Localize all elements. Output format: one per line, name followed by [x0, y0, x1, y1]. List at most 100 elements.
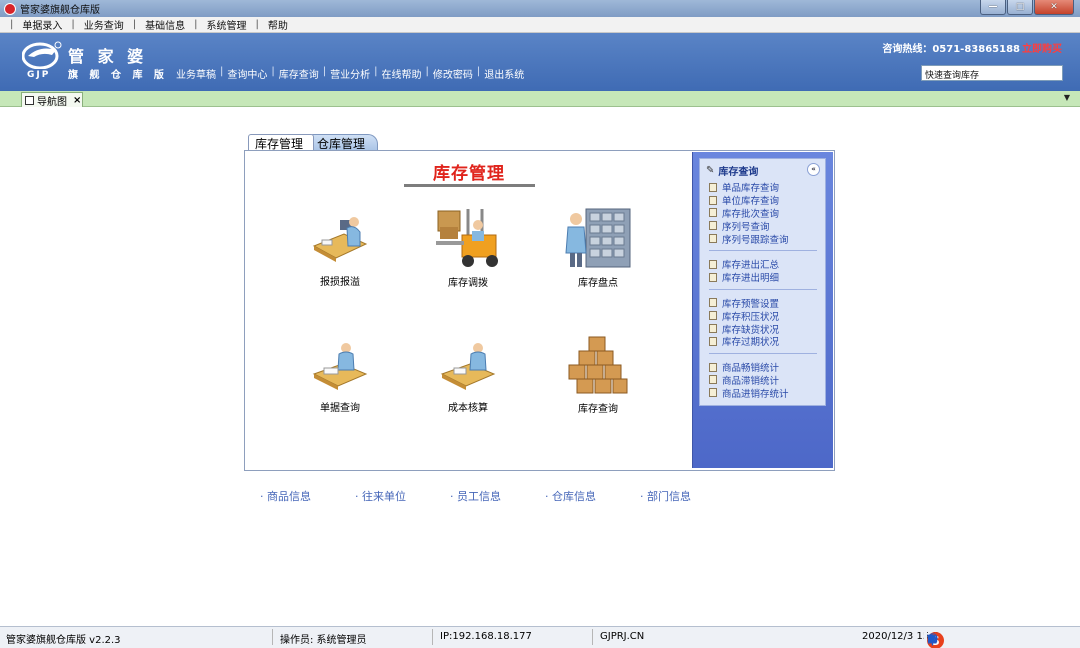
divider [709, 249, 817, 251]
buy-now-link[interactable]: 立即购买 [1022, 40, 1062, 55]
func-label: 库存盘点 [578, 278, 618, 289]
status-version: 管家婆旗舰仓库版 v2.2.3 [6, 635, 121, 646]
document-icon [25, 95, 34, 105]
app-header: GJP 管 家 婆 旗 舰 仓 库 版 业务草稿 | 查询中心 | 库存查询 | 营业… [0, 33, 1080, 91]
nav-exit[interactable]: 退出系统 [484, 66, 524, 81]
link-warehouse-info[interactable]: · 仓库信息 [545, 488, 596, 504]
side-link[interactable]: 库存进出汇总 [709, 258, 825, 271]
top-nav: 业务草稿 | 查询中心 | 库存查询 | 营业分析 | 在线帮助 | 修改密码 | 退出系统 [176, 66, 525, 81]
side-link[interactable]: 序列号查询 [709, 219, 825, 233]
desk-worker-icon [312, 217, 368, 262]
menu-item-entry[interactable]: 单据录入 [22, 17, 62, 32]
menu-bar: | 单据录入 | 业务查询 | 基础信息 | 系统管理 | 帮助 [0, 17, 1080, 33]
side-link[interactable]: 库存进出明细 [709, 271, 825, 284]
tab-warehouse-management[interactable]: 仓库管理 [310, 134, 378, 151]
func-cost-accounting[interactable]: 成本核算 [413, 336, 523, 414]
document-icon [709, 208, 717, 218]
clerk-desk-icon [312, 343, 368, 390]
side-title: 库存查询 [718, 166, 759, 178]
tab-navigation-map[interactable]: 导航图 × [21, 92, 83, 108]
logo-icon [22, 41, 62, 69]
tab-strip: 导航图 × ▼ [0, 91, 1080, 108]
panel-title: 库存管理 [433, 164, 505, 184]
side-header: ✎ 库存查询 « [700, 159, 825, 181]
document-icon [709, 362, 717, 372]
hotline: 咨询热线：0571-83865188 [882, 44, 1020, 55]
side-group-2: 库存进出汇总 库存进出明细 [700, 258, 825, 284]
status-site: GJPRJ.CN [600, 631, 645, 642]
menu-item-business-query[interactable]: 业务查询 [84, 17, 124, 32]
document-icon [709, 388, 717, 398]
func-stock-count[interactable]: 库存盘点 [543, 205, 653, 289]
func-label: 库存查询 [578, 404, 618, 415]
nav-stock-query[interactable]: 库存查询 [279, 66, 319, 81]
logo-name: 管 家 婆 [68, 47, 148, 66]
forklift-icon [436, 209, 498, 267]
menu-item-help[interactable]: 帮助 [268, 17, 288, 32]
document-icon [709, 298, 717, 308]
menu-item-basic-info[interactable]: 基础信息 [145, 17, 185, 32]
nav-change-password[interactable]: 修改密码 [433, 66, 473, 81]
nav-drafts[interactable]: 业务草稿 [176, 66, 216, 81]
side-panel: ✎ 库存查询 « 单品库存查询 单位库存查询 库存批次查询 序列号查询 序列号跟… [692, 152, 833, 468]
boxes-icon [568, 336, 628, 394]
ime-toolbar: S 中 •, ☺ ♪ ▦ ♟ ▼ ▩ [924, 628, 944, 648]
logo-subtitle: 旗 舰 仓 库 版 [68, 70, 168, 81]
maximize-button[interactable]: □ [1007, 0, 1033, 15]
link-staff-info[interactable]: · 员工信息 [450, 488, 501, 504]
minimize-button[interactable]: — [980, 0, 1006, 15]
close-button[interactable]: ✕ [1034, 0, 1074, 15]
func-stock-query[interactable]: 库存查询 [543, 333, 653, 415]
divider [709, 352, 817, 354]
document-icon [709, 221, 717, 231]
basic-info-links: · 商品信息 · 往来单位 · 员工信息 · 仓库信息 · 部门信息 [260, 488, 735, 504]
logo-gjp: GJP [27, 70, 51, 80]
document-icon [709, 259, 717, 269]
side-link[interactable]: 商品进销存统计 [709, 386, 825, 400]
menu-item-system[interactable]: 系统管理 [207, 17, 247, 32]
tab-dropdown-icon[interactable]: ▼ [1064, 93, 1070, 102]
document-icon [709, 324, 717, 334]
side-link[interactable]: 库存过期状况 [709, 335, 825, 348]
func-document-query[interactable]: 单据查询 [285, 336, 395, 414]
nav-online-help[interactable]: 在线帮助 [382, 66, 422, 81]
link-partners[interactable]: · 往来单位 [355, 488, 406, 504]
side-link[interactable]: 单位库存查询 [709, 194, 825, 207]
document-icon [709, 336, 717, 346]
quick-search-input[interactable]: 快速查询库存 [921, 65, 1063, 81]
side-group-3: 库存预警设置 库存积压状况 库存缺货状况 库存过期状况 [700, 297, 825, 348]
window-title: 管家婆旗舰仓库版 [20, 5, 100, 16]
func-label: 单据查询 [320, 403, 360, 414]
link-product-info[interactable]: · 商品信息 [260, 488, 311, 504]
toolbox-icon[interactable]: ▩ [927, 632, 937, 645]
document-icon [709, 272, 717, 282]
nav-analysis[interactable]: 营业分析 [330, 66, 370, 81]
link-department-info[interactable]: · 部门信息 [640, 488, 691, 504]
status-operator: 操作员: 系统管理员 [280, 635, 367, 646]
status-ip: IP:192.168.18.177 [440, 631, 532, 642]
document-icon [709, 375, 717, 385]
collapse-icon[interactable]: « [807, 163, 820, 176]
tab-label: 导航图 [37, 96, 67, 108]
side-link[interactable]: 库存积压状况 [709, 309, 825, 323]
side-link[interactable]: 库存批次查询 [709, 207, 825, 220]
side-link[interactable]: 单品库存查询 [709, 181, 825, 194]
side-link[interactable]: 库存缺货状况 [709, 322, 825, 336]
nav-query-center[interactable]: 查询中心 [227, 66, 267, 81]
divider [709, 288, 817, 290]
func-stock-transfer[interactable]: 库存调拨 [413, 205, 523, 289]
func-label: 报损报溢 [320, 277, 360, 288]
side-link[interactable]: 商品滞销统计 [709, 374, 825, 387]
side-link[interactable]: 商品畅销统计 [709, 361, 825, 374]
close-tab-icon[interactable]: × [73, 95, 81, 106]
window-title-bar: 管家婆旗舰仓库版 — □ ✕ [0, 0, 1080, 17]
side-group-4: 商品畅销统计 商品滞销统计 商品进销存统计 [700, 361, 825, 400]
document-icon [709, 311, 717, 321]
side-link[interactable]: 库存预警设置 [709, 297, 825, 310]
side-link[interactable]: 序列号跟踪查询 [709, 232, 825, 246]
status-bar: 管家婆旗舰仓库版 v2.2.3 操作员: 系统管理员 IP:192.168.18… [0, 626, 1080, 648]
document-icon [709, 195, 717, 205]
tab-inventory-management[interactable]: 库存管理 [248, 134, 314, 151]
func-loss-overflow[interactable]: 报损报溢 [285, 210, 395, 288]
document-icon [709, 234, 717, 244]
